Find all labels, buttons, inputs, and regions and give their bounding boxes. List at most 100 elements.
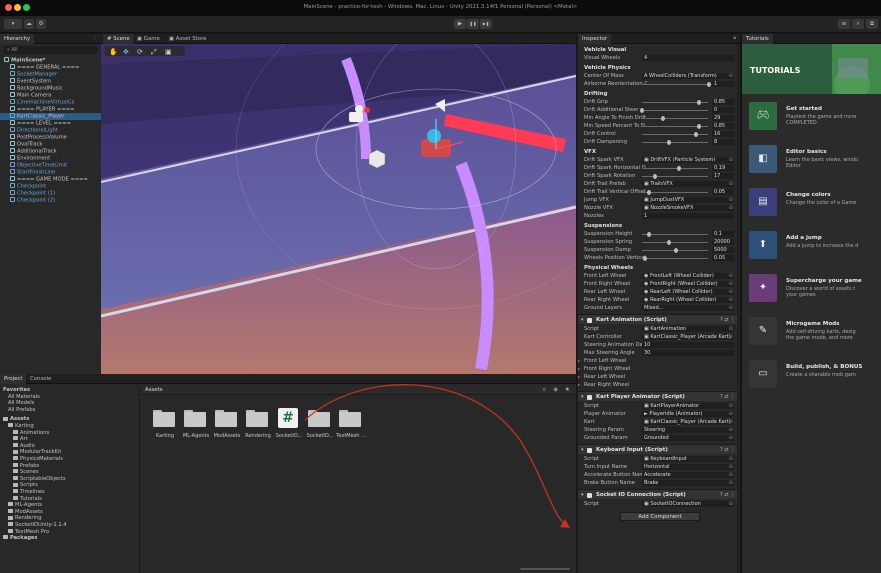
favorites-header[interactable]: Favorites [0, 387, 139, 394]
tutorial-card[interactable]: ▭ Build, publish, & BONUS Create a sharabl… [742, 356, 881, 398]
property-object-field[interactable]: ▣ DriftVFX (Particle System) [642, 157, 734, 163]
tab-game[interactable]: ▣ Game [133, 34, 164, 44]
foldout-arrow-icon[interactable]: ▸ [578, 357, 580, 365]
zoom-slider[interactable] [520, 568, 570, 570]
slider-handle[interactable] [696, 123, 701, 129]
property-object-field[interactable]: ▣ TrailsVFX [642, 181, 734, 187]
tutorial-card[interactable]: 🎮︎ Get started Playtest the game and incre… [742, 98, 881, 140]
collab-button[interactable]: ⚙ [36, 19, 46, 29]
object-picker-icon[interactable]: ⊙ [729, 479, 733, 487]
tab-hierarchy[interactable]: Hierarchy [0, 34, 35, 44]
property-number-field[interactable]: 1 [712, 81, 734, 87]
property-slider[interactable] [642, 109, 708, 111]
component-header[interactable]: ▾ Kart Player Animator (Script) ? ⇄ ⋮ [578, 391, 740, 401]
hierarchy-item[interactable]: Environment [0, 155, 101, 162]
component-enabled-checkbox[interactable] [587, 394, 592, 400]
component-enabled-checkbox[interactable] [587, 492, 592, 498]
object-picker-icon[interactable]: ⊙ [729, 325, 733, 333]
hierarchy-item[interactable]: Checkpoint (1) [0, 190, 101, 197]
foldout-arrow-icon[interactable]: ▸ [578, 381, 580, 389]
packages-root[interactable]: Packages [0, 535, 139, 542]
component-menu-icons[interactable]: ? ⇄ ⋮ [720, 490, 735, 500]
object-picker-icon[interactable]: ⊙ [729, 455, 733, 463]
asset-item[interactable]: Rendering [244, 408, 274, 448]
hierarchy-item[interactable]: Main Camera [0, 92, 101, 99]
component-menu-icons[interactable]: ? ⇄ ⋮ [720, 315, 735, 325]
project-folder-item[interactable]: SocketIOUnity-1.1.4 [0, 522, 139, 529]
hierarchy-item[interactable]: ==== PLAYER ==== [0, 106, 101, 113]
project-folder-item[interactable]: Tutorials [0, 496, 139, 503]
favorite-item[interactable]: All Prefabs [0, 407, 139, 414]
property-number-field[interactable]: 4 [642, 55, 734, 61]
property-number-field[interactable]: 17 [712, 173, 734, 179]
scene-view[interactable]: # Scene ▣ Game ▣ Asset Store ✋ ✥ ⟳ ⤢ ▣ [101, 34, 576, 374]
property-slider[interactable] [642, 83, 708, 85]
hierarchy-item[interactable]: ==== GAME MODE ==== [0, 176, 101, 183]
property-object-field[interactable]: ▣ KartAnimation [642, 326, 734, 332]
slider-handle[interactable] [673, 247, 678, 253]
hierarchy-item[interactable]: Checkpoint (2) [0, 197, 101, 204]
foldout-arrow-icon[interactable]: ▸ [578, 365, 580, 373]
property-number-field[interactable]: 20000 [712, 239, 734, 245]
property-object-field[interactable]: ▣ KartPlayerAnimator [642, 403, 734, 409]
slider-handle[interactable] [640, 107, 644, 113]
object-picker-icon[interactable]: ⊙ [729, 463, 733, 471]
project-folder-item[interactable]: Scripts [0, 482, 139, 489]
chevron-down-icon[interactable]: ▾ [581, 445, 584, 455]
project-folder-item[interactable]: Audio [0, 443, 139, 450]
slider-handle[interactable] [666, 239, 671, 245]
hierarchy-item[interactable]: ==== GENERAL ==== [0, 64, 101, 71]
label-icon[interactable]: ◈ [553, 386, 558, 393]
property-slider[interactable] [642, 191, 708, 193]
object-picker-icon[interactable]: ⊙ [729, 288, 733, 296]
hierarchy-search-input[interactable]: ⌕ All [3, 46, 98, 54]
slider-handle[interactable] [676, 165, 681, 171]
property-object-field[interactable]: ▣ NozzleSmokeVFX [642, 205, 734, 211]
project-folder-item[interactable]: ModAssets [0, 509, 139, 516]
object-picker-icon[interactable]: ⊙ [729, 418, 733, 426]
property-object-field[interactable]: ▣ SocketIOConnection [642, 501, 734, 507]
hand-tool-icon[interactable]: ✋ [109, 47, 118, 56]
slider-handle[interactable] [696, 99, 701, 105]
project-folder-item[interactable]: ML-Agents [0, 502, 139, 509]
slider-handle[interactable] [707, 81, 711, 87]
property-object-field[interactable]: ◉ FrontLeft (Wheel Collider) [642, 273, 734, 279]
property-object-field[interactable]: ▣ KeyboardInput [642, 456, 734, 462]
panel-menu-icon[interactable]: ⋮ [92, 35, 97, 41]
object-picker-icon[interactable]: ⊙ [729, 333, 733, 341]
property-number-field[interactable]: 8 [712, 139, 734, 145]
foldout-arrow-icon[interactable]: ▸ [578, 373, 580, 381]
project-folder-item[interactable]: Karting [0, 423, 139, 430]
property-slider[interactable] [642, 233, 708, 235]
slider-handle[interactable] [653, 173, 658, 179]
property-slider[interactable] [642, 141, 708, 143]
cloud-button[interactable]: ☁ [24, 19, 34, 29]
property-number-field[interactable]: 30 [642, 350, 734, 356]
project-folder-item[interactable]: Scenes [0, 469, 139, 476]
hierarchy-item[interactable]: KartClassic_Player [0, 113, 101, 120]
property-number-field[interactable]: 0.05 [712, 189, 734, 195]
hierarchy-item[interactable]: ==== LEVEL ==== [0, 120, 101, 127]
property-slider[interactable] [642, 133, 708, 135]
tab-asset-store[interactable]: ▣ Asset Store [165, 34, 211, 44]
property-number-field[interactable]: 1 [642, 213, 734, 219]
object-picker-icon[interactable]: ⊙ [729, 204, 733, 212]
layout-button[interactable]: ⧉ [866, 19, 878, 29]
move-tool-icon[interactable]: ✥ [123, 48, 129, 56]
asset-item[interactable]: # SocketIO... [275, 408, 305, 448]
asset-item[interactable]: SocketIO... [306, 408, 336, 448]
object-picker-icon[interactable]: ⊙ [729, 402, 733, 410]
property-number-field[interactable]: 29 [712, 115, 734, 121]
tutorial-card[interactable]: ✎ Microgame Mods Add self-driving karts, d… [742, 313, 881, 355]
project-folder-item[interactable]: Timelines [0, 489, 139, 496]
object-picker-icon[interactable]: ⊙ [729, 72, 733, 80]
object-picker-icon[interactable]: ⊙ [729, 500, 733, 508]
property-slider[interactable] [642, 117, 708, 119]
inspector-scrollbar[interactable] [737, 44, 740, 573]
project-folder-item[interactable]: PhysicsMaterials [0, 456, 139, 463]
favorite-item[interactable]: All Models [0, 400, 139, 407]
hierarchy-item[interactable]: EventSystem [0, 78, 101, 85]
property-object-field[interactable]: Steering [642, 427, 734, 433]
hierarchy-item[interactable]: CinemachineVirtualCa [0, 99, 101, 106]
history-button[interactable]: ≡ [838, 19, 850, 29]
